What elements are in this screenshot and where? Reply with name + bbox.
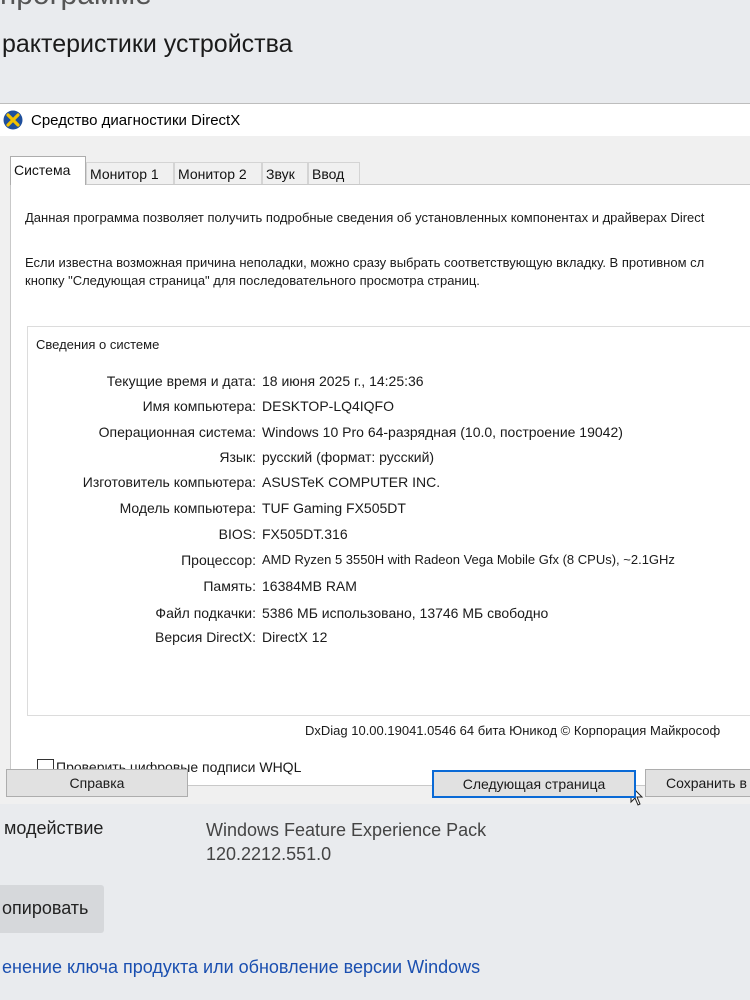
info-row-model: Модель компьютера: TUF Gaming FX505DT bbox=[28, 500, 750, 520]
info-label: Файл подкачки: bbox=[155, 605, 256, 621]
background-title-cut: программе bbox=[0, 0, 152, 12]
info-value: DirectX 12 bbox=[262, 629, 328, 645]
info-label: Имя компьютера: bbox=[142, 398, 256, 414]
info-row-manufacturer: Изготовитель компьютера: ASUSTeK COMPUTE… bbox=[28, 474, 750, 494]
info-label: Операционная система: bbox=[98, 424, 256, 440]
info-value: ASUSTeK COMPUTER INC. bbox=[262, 474, 441, 490]
experience-value-line1: Windows Feature Experience Pack bbox=[206, 820, 487, 840]
info-row-memory: Память: 16384MB RAM bbox=[28, 578, 750, 598]
info-value: DESKTOP-LQ4IQFO bbox=[262, 398, 394, 414]
tab-monitor-2[interactable]: Монитор 2 bbox=[174, 162, 262, 184]
info-row-bios: BIOS: FX505DT.316 bbox=[28, 526, 750, 546]
experience-value: Windows Feature Experience Pack 120.2212… bbox=[206, 818, 486, 866]
device-specs-heading: рактеристики устройства bbox=[2, 30, 293, 58]
info-row-directx: Версия DirectX: DirectX 12 bbox=[28, 629, 750, 649]
info-value: Windows 10 Pro 64-разрядная (10.0, постр… bbox=[262, 424, 623, 440]
info-value: 16384MB RAM bbox=[262, 578, 357, 594]
info-value: русский (формат: русский) bbox=[262, 449, 435, 465]
tab-input[interactable]: Ввод bbox=[308, 162, 360, 184]
info-row-pagefile: Файл подкачки: 5386 МБ использовано, 137… bbox=[28, 605, 750, 625]
info-label: Текущие время и дата: bbox=[106, 373, 256, 389]
info-value: TUF Gaming FX505DT bbox=[262, 500, 406, 516]
directx-icon bbox=[3, 110, 23, 130]
hint-text: Если известна возможная причина неполадк… bbox=[25, 254, 704, 290]
intro-text: Данная программа позволяет получить подр… bbox=[25, 210, 705, 225]
info-label: Модель компьютера: bbox=[119, 500, 256, 516]
system-info-group: Сведения о системе Текущие время и дата:… bbox=[27, 326, 750, 716]
info-value: AMD Ryzen 5 3550H with Radeon Vega Mobil… bbox=[262, 552, 675, 567]
info-label: Память: bbox=[203, 578, 256, 594]
copy-button[interactable]: опировать bbox=[0, 885, 104, 933]
info-row-language: Язык: русский (формат: русский) bbox=[28, 449, 750, 469]
title-bar[interactable]: Средство диагностики DirectX bbox=[0, 104, 750, 136]
info-row-os: Операционная система: Windows 10 Pro 64-… bbox=[28, 424, 750, 444]
hint-line-2: кнопку "Следующая страница" для последов… bbox=[25, 273, 480, 288]
experience-label: модействие bbox=[4, 818, 104, 838]
next-page-button[interactable]: Следующая страница bbox=[432, 770, 636, 798]
info-row-processor: Процессор: AMD Ryzen 5 3550H with Radeon… bbox=[28, 552, 750, 572]
info-row-computer-name: Имя компьютера: DESKTOP-LQ4IQFO bbox=[28, 398, 750, 418]
tab-system[interactable]: Система bbox=[10, 156, 86, 185]
save-info-button[interactable]: Сохранить в bbox=[645, 769, 750, 797]
info-label: Процессор: bbox=[181, 552, 256, 568]
hint-line-1: Если известна возможная причина неполадк… bbox=[25, 255, 705, 270]
help-button[interactable]: Справка bbox=[6, 769, 188, 797]
info-value: 5386 МБ использовано, 13746 МБ свободно bbox=[262, 605, 549, 621]
system-tab-panel: Данная программа позволяет получить подр… bbox=[10, 184, 750, 806]
tab-monitor-1[interactable]: Монитор 1 bbox=[86, 162, 174, 184]
info-value: FX505DT.316 bbox=[262, 526, 348, 542]
change-product-key-link[interactable]: енение ключа продукта или обновление вер… bbox=[2, 957, 480, 978]
copy-button-label: опировать bbox=[2, 898, 89, 918]
info-label: Версия DirectX: bbox=[155, 629, 256, 645]
info-value: 18 июня 2025 г., 14:25:36 bbox=[262, 373, 424, 389]
info-label: BIOS: bbox=[218, 526, 256, 542]
tab-sound[interactable]: Звук bbox=[262, 162, 308, 184]
dxdiag-window: Средство диагностики DirectX Система Мон… bbox=[0, 103, 750, 806]
dxdiag-version: DxDiag 10.00.19041.0546 64 бита Юникод ©… bbox=[305, 723, 721, 738]
info-label: Изготовитель компьютера: bbox=[82, 474, 256, 490]
info-label: Язык: bbox=[219, 449, 256, 465]
system-info-title: Сведения о системе bbox=[36, 337, 160, 352]
info-row-datetime: Текущие время и дата: 18 июня 2025 г., 1… bbox=[28, 373, 750, 393]
window-title: Средство диагностики DirectX bbox=[31, 112, 241, 129]
experience-value-line2: 120.2212.551.0 bbox=[206, 844, 332, 864]
